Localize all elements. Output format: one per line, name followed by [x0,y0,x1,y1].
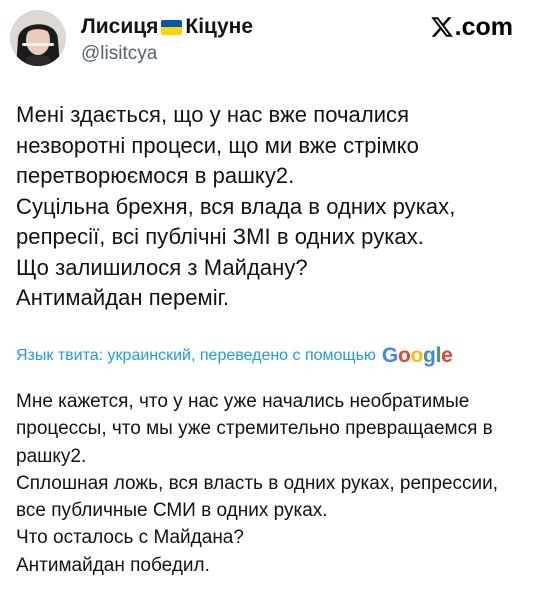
translation-line: Сплошная ложь, вся власть в одних руках,… [16,472,498,494]
ukraine-flag-icon [161,19,183,35]
translation-line: Что осталось с Майдана? [16,527,244,549]
x-logo-icon [430,17,453,37]
brand-logo: .com [430,12,513,42]
tweet-line: незворотні процеси, що ми вже стрімко [16,132,419,158]
tweet-text: Мені здається, що у нас вже почалися нез… [16,100,521,314]
author-handle[interactable]: @lisitcya [81,42,157,66]
tweet-line: Антимайдан переміг. [16,285,230,310]
translation-note-text: Язык твита: украинский, переведено с пом… [16,347,376,364]
tweet-line: Суцільна брехня, вся влада в одних руках… [16,193,456,219]
author-name-part2: Кіцуне [185,15,254,38]
tweet-line: Що залишилося з Майдану? [16,254,308,280]
author-name[interactable]: Лисиця Кіцуне [81,14,253,40]
google-logo-icon: Google [381,344,453,367]
brand-label: .com [454,13,513,41]
translation-line: рашку2. [16,445,87,467]
translation-note[interactable]: Язык твита: украинский, переведено с пом… [16,345,453,367]
tweet-line: Мені здається, що у нас вже почалися [16,102,410,127]
avatar-image [10,10,66,66]
tweet-header: Лисиця Кіцуне @lisitcya .com [0,0,537,80]
tweet-line: репресії, всі публічні ЗМІ в одних руках… [16,224,424,249]
translation-line: все публичные СМИ в одних руках. [16,500,328,522]
translation-line: Мне кажется, что у нас уже начались необ… [16,391,470,412]
author-name-part1: Лисиця [81,15,159,38]
avatar[interactable] [10,10,66,66]
translation-line: процессы, что мы уже стремительно превра… [16,418,493,440]
tweet-line: перетворюємося в рашку2. [16,163,295,188]
translated-text: Мне кажется, что у нас уже начались необ… [16,388,526,579]
translation-line: Антимайдан победил. [16,554,210,576]
